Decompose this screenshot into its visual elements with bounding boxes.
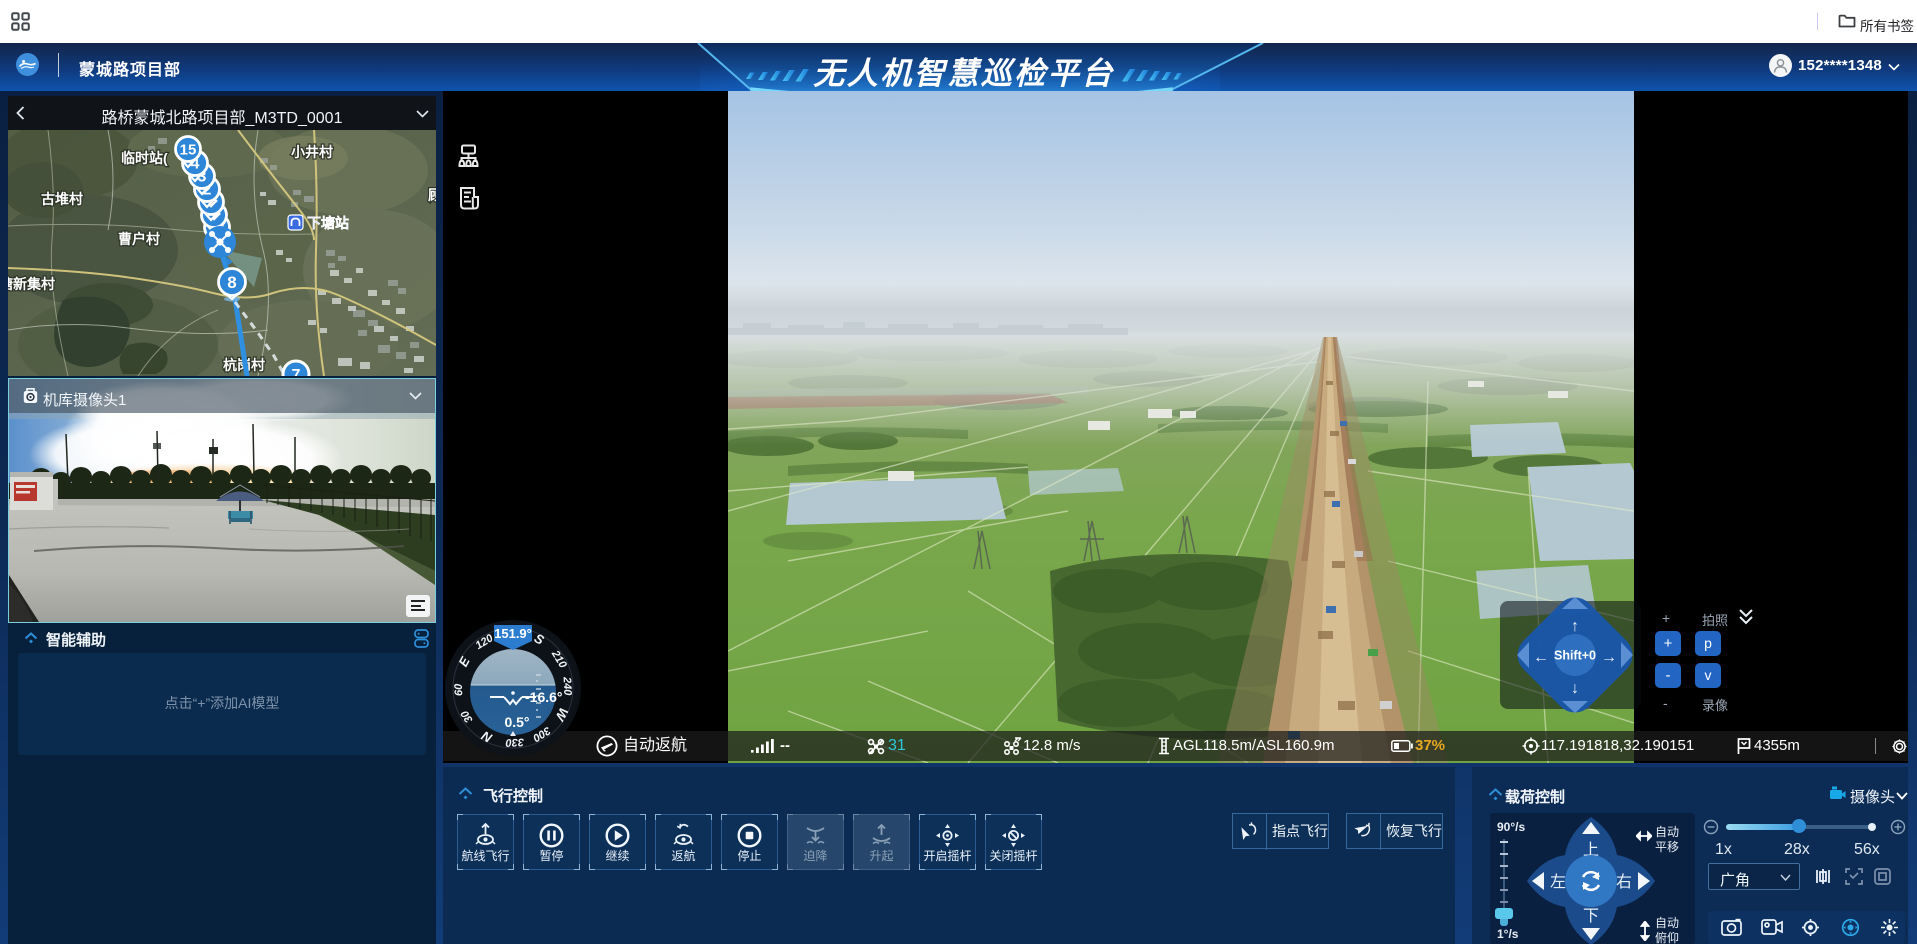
svg-text:无人机智慧巡检平台: 无人机智慧巡检平台 bbox=[813, 56, 1115, 91]
svg-text:330: 330 bbox=[505, 736, 525, 749]
svg-text:古堆村: 古堆村 bbox=[41, 191, 83, 207]
svg-text:15: 15 bbox=[180, 142, 197, 159]
svg-text:塘新集村: 塘新集村 bbox=[8, 276, 55, 292]
svg-text:60: 60 bbox=[453, 683, 465, 697]
svg-text:顾: 顾 bbox=[428, 187, 436, 203]
svg-text:←: ← bbox=[1533, 649, 1549, 666]
svg-text:→: → bbox=[1601, 649, 1617, 666]
svg-text:-16.6°: -16.6° bbox=[525, 689, 563, 705]
svg-text:右: 右 bbox=[1616, 873, 1632, 891]
svg-text:下: 下 bbox=[1583, 908, 1599, 925]
svg-text:0.5°: 0.5° bbox=[504, 714, 529, 730]
svg-text:临时站(: 临时站( bbox=[121, 150, 168, 166]
svg-text:8: 8 bbox=[227, 273, 236, 292]
svg-text:240: 240 bbox=[561, 676, 574, 697]
svg-text:↑: ↑ bbox=[1571, 618, 1579, 635]
svg-text:小井村: 小井村 bbox=[291, 144, 333, 160]
svg-text:左: 左 bbox=[1550, 873, 1566, 891]
svg-text:↓: ↓ bbox=[1571, 680, 1579, 697]
svg-text:下塘站: 下塘站 bbox=[307, 215, 349, 231]
svg-text:7: 7 bbox=[292, 367, 301, 376]
svg-text:Shift+0: Shift+0 bbox=[1554, 649, 1596, 663]
svg-text:曹户村: 曹户村 bbox=[118, 231, 160, 247]
svg-text:151.9°: 151.9° bbox=[494, 626, 532, 641]
